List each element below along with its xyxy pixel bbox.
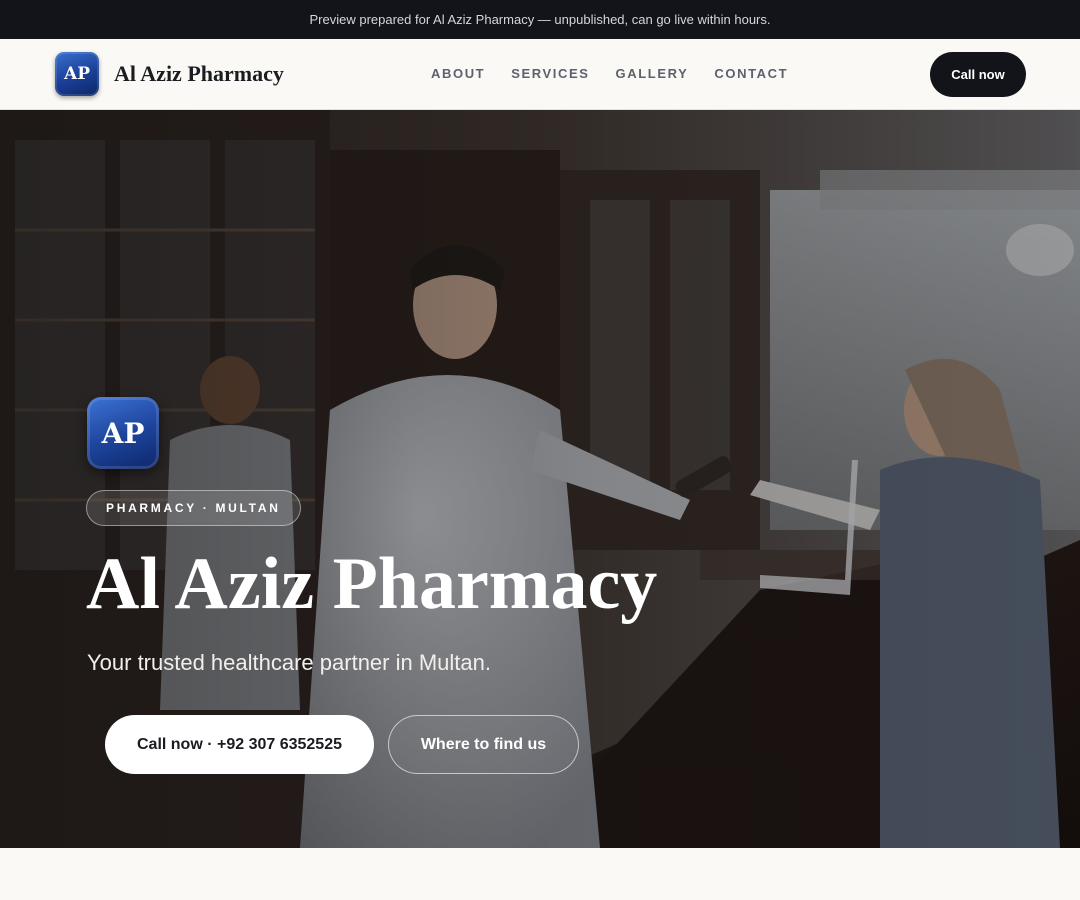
hero-section: AP PHARMACY · MULTAN Al Aziz Pharmacy Yo… [0,110,1080,848]
hero-logo-text: AP [101,416,145,450]
header-call-button[interactable]: Call now [930,52,1026,97]
preview-banner: Preview prepared for Al Aziz Pharmacy — … [0,0,1080,39]
next-section [0,848,1080,900]
main-nav: ABOUT SERVICES GALLERY CONTACT [431,66,788,81]
logo-icon[interactable]: AP [55,52,99,96]
nav-contact[interactable]: CONTACT [714,66,788,81]
site-header: AP Al Aziz Pharmacy ABOUT SERVICES GALLE… [0,39,1080,110]
find-us-button[interactable]: Where to find us [388,715,579,774]
brand-name[interactable]: Al Aziz Pharmacy [114,61,284,87]
hero-subtitle: Your trusted healthcare partner in Multa… [87,650,491,675]
nav-about[interactable]: ABOUT [431,66,485,81]
hero-title: Al Aziz Pharmacy [86,543,658,625]
nav-gallery[interactable]: GALLERY [616,66,689,81]
hero-tag: PHARMACY · MULTAN [86,490,301,526]
call-now-button[interactable]: Call now · +92 307 6352525 [105,715,374,774]
hero-logo-icon: AP [87,397,159,469]
logo-text: AP [64,64,90,84]
nav-services[interactable]: SERVICES [511,66,589,81]
preview-banner-text: Preview prepared for Al Aziz Pharmacy — … [309,12,771,27]
